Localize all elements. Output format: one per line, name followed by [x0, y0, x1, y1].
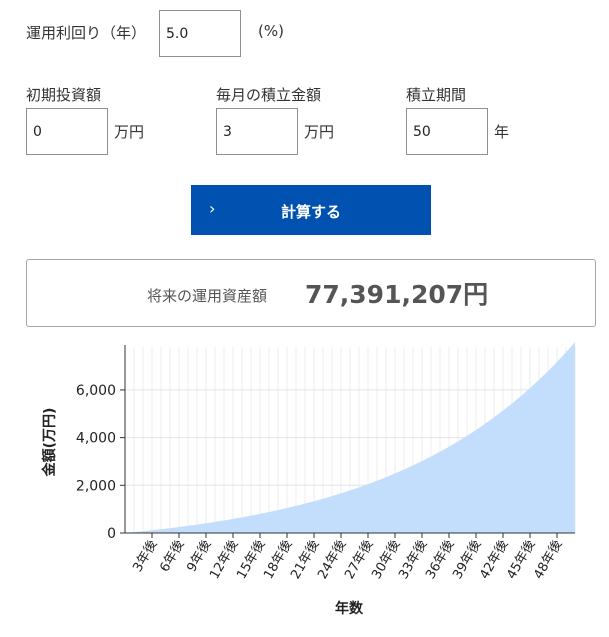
y-axis-label: 金額(万円)	[41, 408, 58, 478]
y-tick-label: 2,000	[76, 478, 116, 494]
period-unit: 年	[494, 123, 510, 141]
rate-unit: (%)	[258, 22, 284, 40]
monthly-label: 毎月の積立金額	[216, 86, 322, 104]
initial-unit: 万円	[114, 123, 145, 141]
y-tick-labels: 0 2,000 4,000 6,000	[76, 383, 116, 542]
initial-input[interactable]	[26, 108, 108, 155]
monthly-input[interactable]	[216, 108, 298, 155]
calculate-button-label: 計算する	[280, 203, 341, 221]
x-tick-labels: 3年後6年後9年後12年後15年後18年後21年後24年後27年後30年後33年…	[130, 538, 565, 582]
x-axis-label: 年数	[335, 600, 364, 617]
growth-chart: 0 2,000 4,000 6,000 3年後6年後9年後12年後15年後18年後21…	[41, 342, 576, 617]
y-tick-label: 6,000	[76, 383, 116, 399]
initial-label: 初期投資額	[26, 86, 102, 104]
period-input[interactable]	[406, 108, 488, 155]
x-tick-label: 6年後	[157, 538, 187, 575]
rate-input[interactable]	[159, 10, 241, 57]
result-label: 将来の運用資産額	[147, 287, 268, 305]
result-box: 将来の運用資産額 77,391,207円	[26, 259, 596, 327]
x-tick-label: 3年後	[130, 538, 160, 575]
y-tick-label: 4,000	[76, 431, 116, 447]
rate-label: 運用利回り（年）	[26, 24, 147, 42]
y-tick-label: 0	[107, 526, 116, 542]
monthly-unit: 万円	[304, 123, 335, 141]
period-label: 積立期間	[406, 86, 467, 104]
calculate-button[interactable]: › 計算する	[191, 185, 431, 235]
result-value: 77,391,207円	[305, 280, 489, 309]
